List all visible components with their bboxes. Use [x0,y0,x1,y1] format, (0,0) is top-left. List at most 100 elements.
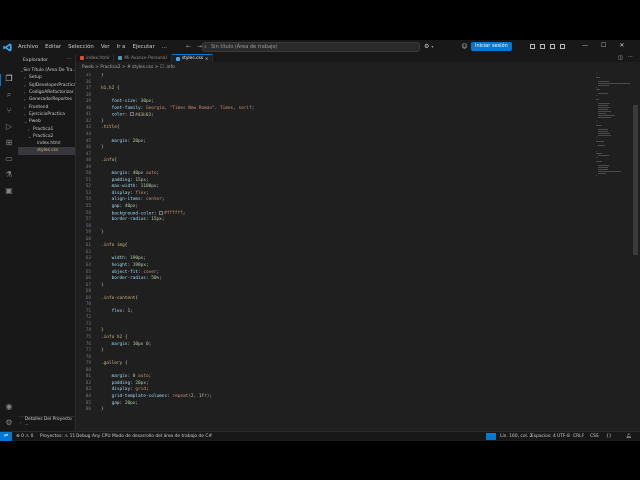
code-line[interactable]: 36 [76,80,596,87]
folder-item[interactable]: › Practica1 [18,125,75,132]
indentation[interactable]: Espacios: 4 [531,434,556,439]
code-line[interactable]: 38 [76,93,596,100]
code-line[interactable]: 42} [76,119,596,126]
minimize-icon[interactable]: — [582,42,588,49]
code-line[interactable]: 40 font-family: Georgia, "Times New Roma… [76,106,596,113]
code-line[interactable]: 60 [76,237,596,244]
code-line[interactable]: 37 h1,h2 { [76,86,596,93]
projects-indicator[interactable]: Proyectos: ⚠ 11 [40,434,75,439]
code-line[interactable]: 50 margin: 40px auto; [76,171,596,178]
code-line[interactable]: 72 [76,315,596,322]
split-editor-icon[interactable]: ◫ [618,55,623,61]
code-line[interactable]: 74} [76,328,596,335]
folder-item[interactable]: › Setup [18,74,75,81]
notifications-icon[interactable]: 🔔︎ [626,434,632,439]
code-line[interactable]: 86} [76,407,596,414]
more-actions-icon[interactable]: ··· [67,56,72,62]
toggle-primary-sidebar-icon[interactable] [530,44,535,49]
breadcrumb[interactable]: Pweb > Practica2 > # styles.css > ☐ .inf… [82,65,175,70]
close-icon[interactable]: ✕ [205,56,208,61]
problems-indicator[interactable]: ⊗ 0 ⚠ 0 [16,434,33,439]
source-control-icon[interactable]: ⑂ [4,106,14,116]
file-item[interactable]: index.html [18,140,75,147]
code-line[interactable]: 73 [76,322,596,329]
account-icon[interactable]: ◉ [4,402,14,412]
line-ending[interactable]: CRLF [573,434,584,439]
scrollbar-thumb[interactable] [633,105,638,255]
code-line[interactable]: 64 height: 190px; [76,263,596,270]
menu-item[interactable]: Archivo [18,44,38,50]
folder-item[interactable]: ⌄ Practica2 [18,133,75,140]
code-line[interactable]: 48 .info{ [76,158,596,165]
encoding[interactable]: UTF-8 [557,434,570,439]
remote-indicator-icon[interactable]: ⇌ [0,432,12,441]
code-line[interactable]: 52 max-width: 1100px; [76,184,596,191]
folder-item[interactable]: ⌄ Pweb [18,118,75,125]
folder-item[interactable]: › EjercicioPractica [18,111,75,118]
code-line[interactable]: 83 display: grid; [76,387,596,394]
debug-config[interactable]: Debug Any CPU [76,434,111,439]
code-line[interactable]: 67} [76,283,596,290]
code-line[interactable]: 55 gap: 40px; [76,204,596,211]
menu-item[interactable]: Editar [45,44,61,50]
file-item[interactable]: styles.css [18,147,75,155]
gear-icon[interactable]: ⚙ [4,418,14,428]
copilot-button[interactable]: ⚙ ▾ ☺ [424,43,468,50]
code-line[interactable]: 76 margin: 10px 0; [76,342,596,349]
code-line[interactable]: 81 margin: 0 auto; [76,374,596,381]
toggle-secondary-sidebar-icon[interactable] [550,44,555,49]
code-line[interactable]: 85 gap: 20px; [76,401,596,408]
menu-item[interactable]: Selección [68,44,94,50]
code-line[interactable]: 75 .info h2 { [76,335,596,342]
braces-icon[interactable]: {} [606,434,612,439]
code-line[interactable]: 43 .title{ [76,125,596,132]
code-line[interactable]: 70 [76,302,596,309]
code-line[interactable]: 62 [76,250,596,257]
cursor-position[interactable]: Lín. 160, col. 2 [500,434,532,439]
code-line[interactable]: 45 margin: 20px; [76,139,596,146]
code-line[interactable]: 61 .info img{ [76,243,596,250]
code-line[interactable]: 71 flex: 1; [76,309,596,316]
code-line[interactable]: 44 [76,132,596,139]
code-editor[interactable]: 35} 36 37 h1,h2 {38 39 font-size: 30px; 40 fo… [76,73,596,428]
zoom-icon[interactable] [486,433,496,440]
run-debug-icon[interactable]: ▷ [4,122,14,132]
csharp-mode[interactable]: Modo de desarrollo del área de trabajo d… [112,434,212,439]
code-line[interactable]: 78 [76,355,596,362]
menu-item[interactable]: ... [162,44,167,50]
code-line[interactable]: 63 width: 190px; [76,256,596,263]
customize-layout-icon[interactable] [560,44,565,49]
code-line[interactable]: 57 border-radius: 15px; [76,217,596,224]
close-icon[interactable]: ✕ [619,42,624,49]
code-line[interactable]: 47 [76,152,596,159]
code-line[interactable]: 80 [76,368,596,375]
extensions-icon[interactable]: ⊞ [4,138,14,148]
testing-icon[interactable]: ⚗ [4,170,14,180]
more-actions-icon[interactable]: ··· [628,54,633,60]
remote-explorer-icon[interactable]: ▭ [4,154,14,164]
project-details-section[interactable]: › Detalles Del Proyecto ... [18,416,75,427]
folder-item[interactable]: › SqlDeveloperPractica [18,82,75,89]
code-line[interactable]: 41 color: #43b63; [76,112,596,119]
account-icon[interactable]: ☺ [461,43,467,50]
code-line[interactable]: 82 padding: 20px; [76,381,596,388]
editor-tab[interactable]: index.html [76,54,115,62]
editor-scrollbar[interactable] [633,73,638,431]
code-line[interactable]: 84 grid-template-columns: repeat(2, 1fr)… [76,394,596,401]
code-line[interactable]: 58 [76,224,596,231]
explorer-icon[interactable]: ❐ [4,74,14,84]
language-mode[interactable]: CSS [590,434,599,439]
folder-item[interactable]: ⌄ Sin Título (Área De Tra... [18,67,75,74]
folder-item[interactable]: › CodigoARefactorizar [18,89,75,96]
code-line[interactable]: 79 .gallery { [76,361,596,368]
code-line[interactable]: 35} [76,73,596,80]
code-line[interactable]: 68 [76,289,596,296]
editor-tab[interactable]: styles.css ✕ [171,54,214,62]
signin-button[interactable]: Iniciar sesión [471,42,512,51]
editor-tab[interactable]: Mi Avance Personal [114,54,172,62]
menu-item[interactable]: Ejecutar [132,44,154,50]
search-icon[interactable]: ⌕ [4,90,14,100]
maximize-icon[interactable]: ☐ [601,42,606,49]
code-line[interactable]: 77} [76,348,596,355]
toggle-panel-icon[interactable] [540,44,545,49]
